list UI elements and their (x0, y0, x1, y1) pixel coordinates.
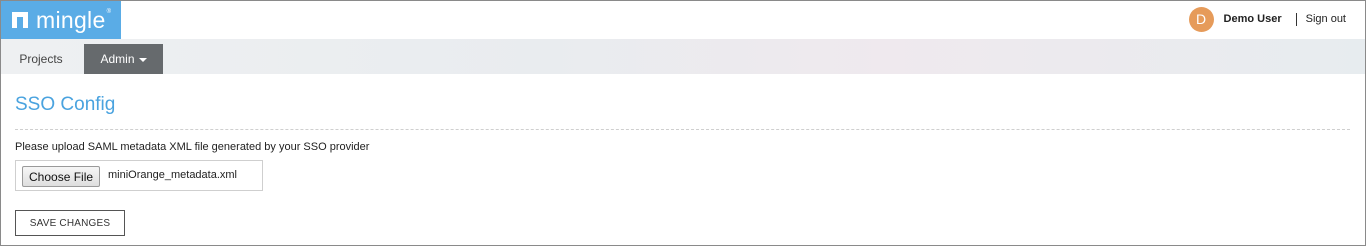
nav-bar: Projects Admin (1, 39, 1365, 74)
choose-file-button[interactable]: Choose File (22, 166, 101, 187)
save-changes-button[interactable]: SAVE CHANGES (15, 210, 125, 236)
tab-projects-label: Projects (19, 52, 63, 66)
user-name[interactable]: Demo User (1224, 13, 1282, 25)
upload-instruction: Please upload SAML metadata XML file gen… (15, 141, 370, 153)
sign-out-link[interactable]: Sign out (1306, 13, 1346, 25)
selected-file-name: miniOrange_metadata.xml (108, 169, 238, 181)
caret-down-icon (138, 58, 147, 62)
mingle-logo[interactable]: mingle ® (1, 1, 121, 39)
brand-name: mingle (36, 6, 106, 33)
divider (1295, 12, 1297, 26)
page-title: SSO Config (15, 94, 116, 115)
user-menu: D Demo User Sign out (1188, 6, 1346, 32)
top-bar (1, 1, 1365, 39)
trademark-mark: ® (106, 9, 111, 15)
mingle-logo-icon (12, 12, 28, 28)
file-upload-field[interactable]: Choose File miniOrange_metadata.xml (15, 160, 263, 191)
tab-admin[interactable]: Admin (84, 44, 163, 74)
tab-admin-label: Admin (100, 52, 135, 66)
avatar[interactable]: D (1188, 6, 1214, 32)
tab-projects[interactable]: Projects (1, 44, 81, 74)
section-divider (15, 129, 1350, 130)
